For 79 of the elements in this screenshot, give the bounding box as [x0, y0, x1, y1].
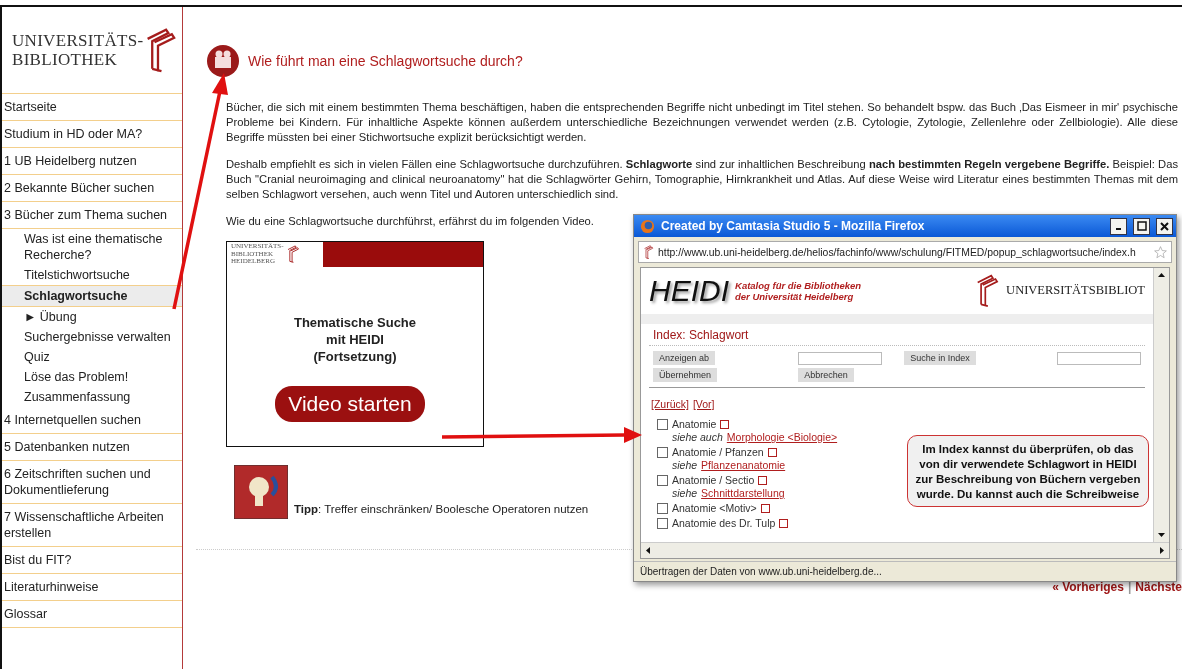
close-icon: [1160, 221, 1169, 231]
callout-bubble: Im Index kannst du überprüfen, ob das von dir verwendete Schlagwort in HEIDI zur Beschreibung von Büchern vergeben wurde. Du kannst auch die Schreibweise: [907, 435, 1149, 507]
apply-button[interactable]: Übernehmen: [653, 368, 718, 382]
index-term: Anatomie: [672, 418, 717, 431]
close-button[interactable]: [1156, 217, 1173, 235]
index-heading: Index: Schlagwort: [649, 324, 1145, 346]
index-search-button[interactable]: Suche in Index: [904, 351, 976, 365]
sidebar-item[interactable]: Startseite: [2, 94, 182, 121]
sidebar-item[interactable]: 2 Bekannte Bücher suchen: [2, 175, 182, 202]
index-term: Anatomie / Pfanzen: [672, 446, 764, 459]
sidebar-item[interactable]: Suchergebnisse verwalten: [2, 327, 182, 347]
checkbox[interactable]: [657, 419, 668, 430]
library-name: UNIVERSITÄTSBIBLIOT: [1006, 283, 1145, 299]
checkbox[interactable]: [657, 503, 668, 514]
paragraph: Deshalb empfiehlt es sich in vielen Fällen eine Schlagwortsuche durchzuführen. Schlagworte sind zur inhaltlichen Beschreibung nach bestimmten Regeln vergebene Begriffe. Beispiel: Das Buch "Cranial neuroimaging and clinical neuroanatomy" hat die Schlagwörter Gehirn, Tomographie, Hirnkrankheit und Atlas. Auf diese Weise wird Literatur eines bestimmten Themas mit dem selben Schlagwort versehen, auch wenn Titel und Autoren unterschiedlich sind.: [226, 157, 1179, 202]
sidebar-item[interactable]: Glossar: [2, 601, 182, 628]
slide-title: Thematische Suche mit HEIDI (Fortsetzung): [293, 314, 417, 365]
sidebar-item[interactable]: Studium in HD oder MA?: [2, 121, 182, 148]
separator: |: [1127, 580, 1132, 594]
window-title: Created by Camtasia Studio 5 - Mozilla Firefox: [661, 219, 926, 233]
reference-label: siehe auch: [672, 431, 723, 444]
tip-text: Tipp: Treffer einschränken/ Boolesche Operatoren nutzen: [294, 503, 589, 517]
sidebar-item[interactable]: Schlagwortsuche: [2, 285, 182, 307]
library-logo-text: UNIVERSITÄTS- BIBLIOTHEK: [12, 31, 144, 69]
reference-label: siehe: [672, 487, 698, 500]
nav-link[interactable]: [Vor]: [692, 398, 715, 410]
sidebar-item[interactable]: 5 Datenbanken nutzen: [2, 434, 182, 461]
sidebar-item[interactable]: 6 Zeitschriften suchen und Dokumentlieferung: [2, 461, 182, 504]
lightbulb-icon: [234, 465, 288, 519]
page-title: Wie führt man eine Schlagwortsuche durch?: [248, 53, 523, 69]
video-start-button[interactable]: Video starten: [278, 389, 422, 419]
sidebar-item[interactable]: 7 Wissenschaftliche Arbeiten erstellen: [2, 504, 182, 547]
film-projector-icon: [206, 44, 240, 78]
books-logo-icon: [285, 245, 300, 264]
reference-label: siehe: [672, 459, 698, 472]
cancel-button[interactable]: Abbrechen: [798, 368, 854, 382]
star-icon[interactable]: [1154, 245, 1167, 259]
sidebar-item[interactable]: Titelstichwortsuche: [2, 265, 182, 285]
sidebar-item[interactable]: Zusammenfassung: [2, 387, 182, 407]
reference-link[interactable]: Morphologie <Biologie>: [726, 431, 838, 444]
browser-logo-icon: [640, 218, 655, 234]
sidebar-item[interactable]: Was ist eine thematische Recherche?: [2, 229, 182, 265]
sidebar-item[interactable]: 3 Bücher zum Thema suchen: [2, 202, 182, 229]
sidebar-item[interactable]: Literaturhinweise: [2, 574, 182, 601]
maximize-button[interactable]: [1133, 217, 1150, 235]
books-logo-icon: [643, 244, 654, 260]
paragraph: Wie du eine Schlagwortsuche durchführst, erfährst du im folgenden Video.: [226, 214, 595, 229]
vertical-scrollbar[interactable]: [1153, 268, 1169, 542]
sidebar-item[interactable]: Bist du FIT?: [2, 547, 182, 574]
previous-link[interactable]: « Vorheriges: [1052, 580, 1124, 594]
address-bar[interactable]: http://www.ub.uni-heidelberg.de/helios/fachinfo/www/schulung/FITMED/popup_schlagwortsuche/index.h: [638, 241, 1172, 263]
horizontal-scrollbar[interactable]: [641, 542, 1169, 558]
paragraph: Bücher, die sich mit einem bestimmten Thema beschäftigen, haben die entsprechenden Begriffe nicht unbedingt im Titel stehen. So behandelt bspw. das Buch ‚Das Eismeer in mir' psychische Probleme bei Kindern. Für inhaltliche Aspekte können außerdem unterschiedliche Bezeichnungen verwendet werden (z.B. Cytologie, Zytologie, Zellenlehre oder Zellbiologie). Alle diese Begriffe müssten bei einer Stichwortsuche explizit berücksichtigt werden.: [226, 100, 1179, 145]
reference-link[interactable]: Schnittdarstellung: [701, 487, 785, 500]
catalog-tagline: Katalog für die Bibliotheken der Universität Heidelberg: [735, 280, 862, 302]
minimize-button[interactable]: [1110, 217, 1127, 235]
input-field[interactable]: [798, 351, 883, 365]
nav-link[interactable]: [Zurück]: [651, 398, 689, 410]
next-link[interactable]: Nächste: [1135, 580, 1182, 594]
info-icon[interactable]: [758, 476, 768, 485]
show-from-button[interactable]: Anzeigen ab: [653, 351, 716, 365]
sidebar-item[interactable]: Quiz: [2, 347, 182, 367]
index-term: Anatomie / Sectio: [672, 474, 755, 487]
reference-link[interactable]: Pflanzenanatomie: [701, 459, 786, 472]
checkbox[interactable]: [657, 447, 668, 458]
info-icon[interactable]: [767, 448, 777, 457]
catalog-logo-text: HEIDI: [649, 274, 729, 308]
status-text: Übertragen der Daten von www.ub.uni-heidelberg.de...: [634, 561, 1176, 581]
maximize-icon: [1136, 221, 1147, 231]
sidebar-item[interactable]: 4 Internetquellen suchen: [2, 407, 182, 434]
index-term: Anatomie des Dr. Tulp: [672, 517, 776, 530]
input-field[interactable]: [1057, 351, 1141, 365]
checkbox[interactable]: [657, 518, 668, 529]
checkbox[interactable]: [657, 475, 668, 486]
index-term: Anatomie <Motiv>: [672, 502, 757, 515]
info-icon[interactable]: [720, 420, 730, 429]
sidebar-item[interactable]: ► Übung: [2, 307, 182, 327]
sidebar-item[interactable]: 1 UB Heidelberg nutzen: [2, 148, 182, 175]
sidebar-item[interactable]: Löse das Problem!: [2, 367, 182, 387]
